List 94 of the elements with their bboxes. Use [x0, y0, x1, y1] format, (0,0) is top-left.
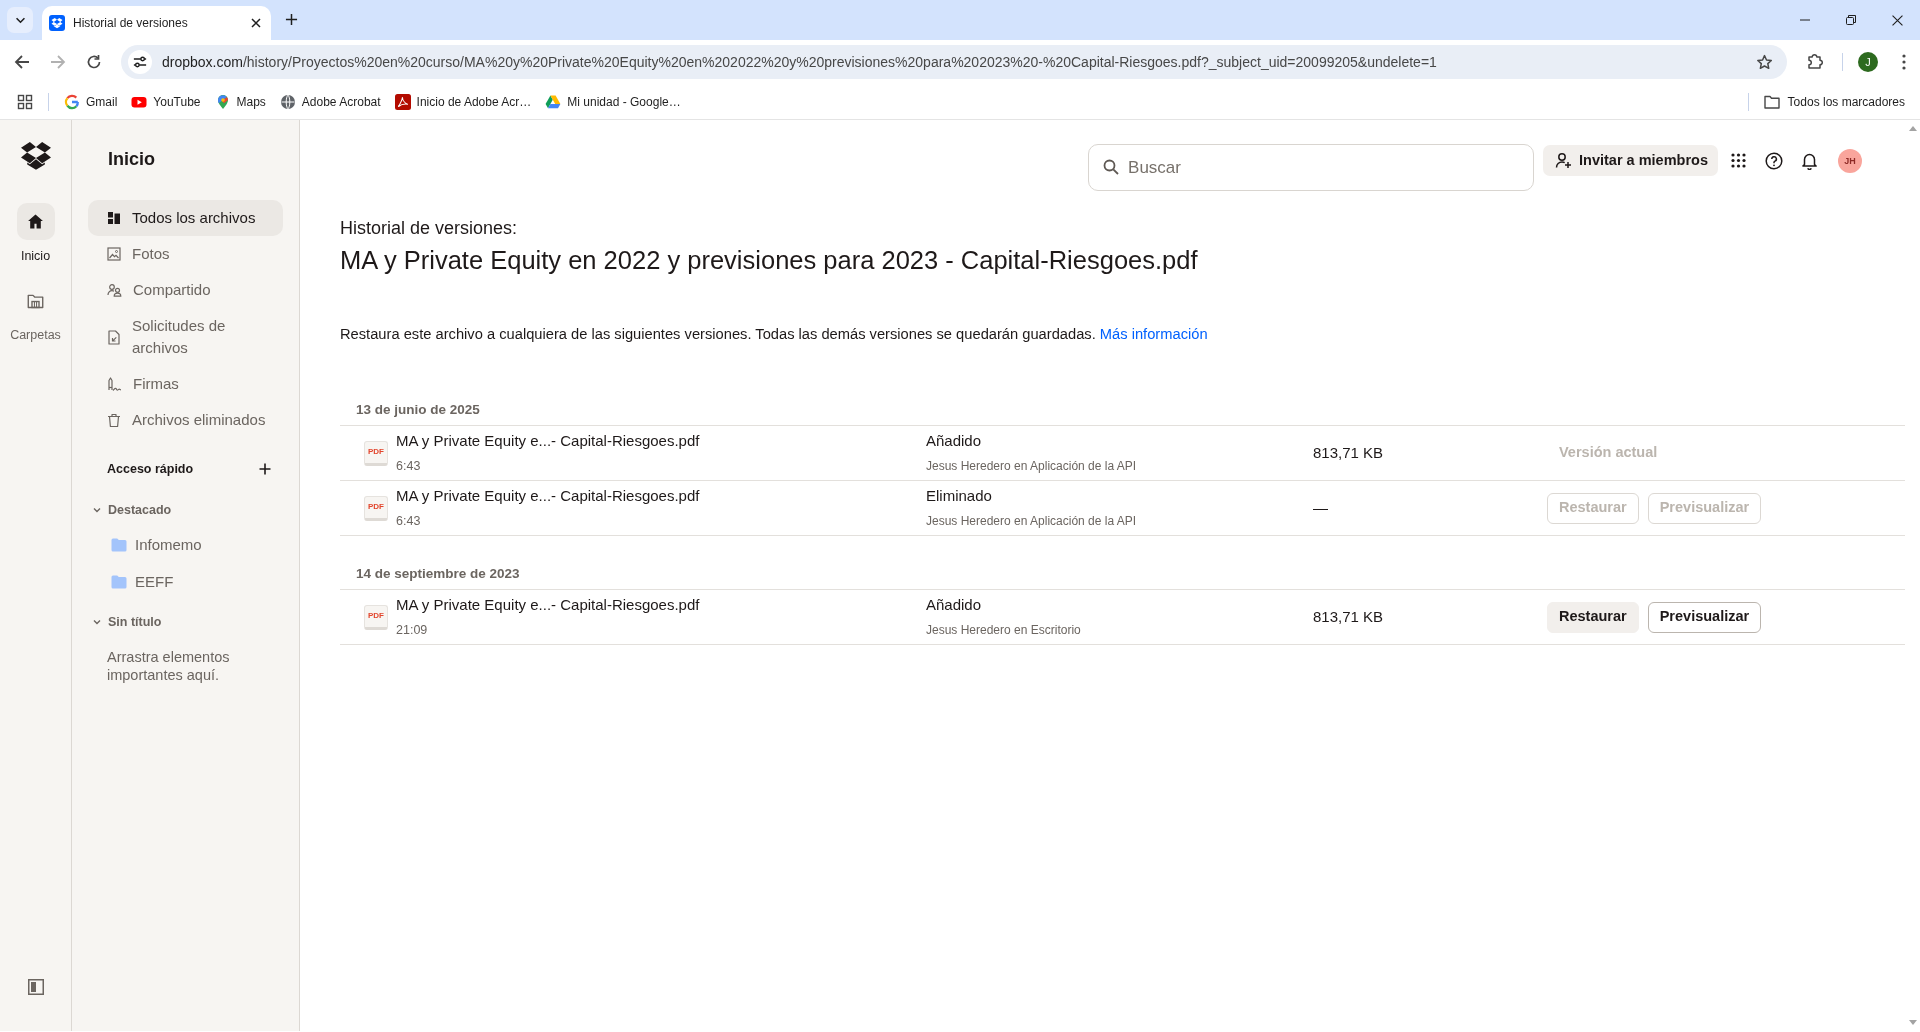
site-info-button[interactable] — [128, 50, 152, 74]
sidebar-nav-item[interactable]: Fotos — [88, 236, 283, 272]
folder-icon — [111, 575, 127, 589]
signature-icon — [107, 376, 122, 392]
tab-search-button[interactable] — [7, 7, 33, 33]
version-time: 6:43 — [396, 458, 422, 474]
back-arrow-icon[interactable] — [14, 54, 30, 70]
version-event: Añadido — [926, 595, 982, 615]
current-version-label: Versión actual — [1558, 443, 1658, 463]
rail-tab[interactable]: Carpetas — [10, 282, 61, 343]
new-tab-icon[interactable] — [285, 13, 298, 26]
star-icon[interactable] — [1756, 53, 1773, 71]
file-request-icon — [107, 329, 121, 345]
people-icon — [107, 283, 122, 297]
file-grid-icon — [107, 211, 121, 225]
section-title: Acceso rápido — [107, 460, 194, 478]
bookmark-item[interactable]: Adobe Acrobat — [279, 92, 381, 111]
puzzle-piece-icon[interactable] — [1806, 53, 1824, 71]
file-size: 813,71 KB — [1313, 443, 1384, 463]
invite-members-button[interactable]: Invitar a miembros — [1543, 145, 1718, 176]
triangle-logo-icon — [545, 93, 562, 110]
more-vertical-icon[interactable] — [1902, 54, 1906, 70]
folder-icon — [27, 292, 44, 309]
version-time: 6:43 — [396, 513, 422, 529]
reload-icon[interactable] — [86, 54, 102, 70]
more-info-link[interactable]: Más información — [1099, 326, 1208, 342]
sidebar-title: Inicio — [108, 148, 155, 170]
empty-hint: Arrastra elementos importantes aquí. — [107, 648, 231, 684]
sidebar-toggle-icon[interactable] — [27, 979, 44, 995]
search-icon — [1103, 159, 1120, 175]
version-source: Jesus Heredero en Escritorio — [926, 622, 1081, 638]
search-field[interactable]: Buscar — [1088, 144, 1535, 191]
profile-avatar[interactable]: J — [1858, 52, 1878, 72]
tune-icon — [133, 55, 147, 69]
file-type-thumbnail: PDF — [364, 495, 388, 521]
url-text[interactable]: dropbox.com/history/Proyectos%20en%20curso/MA%20y%20Private%20Equity%20en%202022%20y%20previsiones%20para%202023%20-%20Capital-Riesgoes.pdf?_subject_uid=20099205&undelete=1 — [162, 51, 1437, 73]
file-type-thumbnail: PDF — [364, 604, 388, 630]
address-bar[interactable]: dropbox.com/history/Proyectos%20en%20curso/MA%20y%20Private%20Equity%20en%202022%20y%20previsiones%20para%202023%20-%20Capital-Riesgoes.pdf?_subject_uid=20099205&undelete=1 — [121, 45, 1787, 79]
version-time: 21:09 — [396, 622, 429, 638]
globe-icon — [279, 93, 296, 110]
folder-icon — [111, 538, 127, 552]
chevron-icon — [93, 506, 101, 514]
version-event: Eliminado — [926, 486, 992, 506]
date-heading: 14 de septiembre de 2023 — [356, 566, 520, 581]
file-type-thumbnail: PDF — [364, 440, 388, 466]
chevron-icon — [93, 618, 101, 626]
date-heading: 13 de junio de 2025 — [356, 402, 480, 417]
user-plus-icon — [1555, 152, 1573, 169]
file-title: MA y Private Equity en 2022 y previsiones para 2023 - Capital-Riesgoes.pdf — [340, 245, 1198, 276]
version-event: Añadido — [926, 431, 982, 451]
logo-icon — [49, 15, 65, 31]
preview-button[interactable]: Previsualizar — [1647, 601, 1762, 633]
home-icon — [27, 213, 44, 230]
letter-g-icon — [64, 93, 80, 110]
bookmark-item[interactable]: Maps — [214, 92, 266, 111]
trash-icon — [107, 412, 121, 428]
sidebar-nav-item[interactable]: Solicitudes de archivos — [88, 308, 283, 366]
sidebar-nav-item[interactable]: Todos los archivos — [88, 200, 283, 236]
app-logo-icon — [394, 93, 411, 110]
sidebar-nav-item[interactable]: Firmas — [88, 366, 283, 402]
chevron-down-icon — [14, 16, 26, 24]
bookmark-folder[interactable]: Todos los marcadores — [1763, 92, 1905, 111]
bookmark-item[interactable]: Inicio de Adobe Acr… — [394, 92, 532, 111]
folder-icon — [1763, 94, 1780, 109]
file-name[interactable]: MA y Private Equity e...- Capital-Riesgoes.pdf — [396, 431, 700, 451]
file-size: 813,71 KB — [1313, 607, 1384, 627]
bell-icon[interactable] — [1801, 151, 1818, 170]
logo-icon[interactable] — [20, 142, 51, 170]
bookmark-item[interactable]: Gmail — [64, 92, 118, 111]
bookmark-item[interactable]: Mi unidad - Google… — [545, 92, 681, 111]
folder-item[interactable]: Infomemo — [111, 527, 202, 563]
help-icon[interactable] — [1765, 151, 1783, 170]
section-toggle[interactable]: Destacado — [93, 498, 172, 522]
description-text: Restaura este archivo a cualquiera de las siguientes versiones. Todas las demás versiones se quedarán guardadas. Más información — [340, 325, 1208, 344]
file-name[interactable]: MA y Private Equity e...- Capital-Riesgoes.pdf — [396, 595, 700, 615]
plus-icon[interactable] — [259, 463, 271, 475]
sidebar-nav-item[interactable]: Archivos eliminados — [88, 402, 283, 438]
close-icon[interactable] — [251, 18, 261, 28]
section-toggle[interactable]: Sin título — [93, 610, 162, 634]
file-size: — — [1313, 498, 1328, 518]
browser-tab[interactable]: Historial de versiones — [42, 6, 271, 40]
version-source: Jesus Heredero en Aplicación de la API — [926, 458, 1137, 474]
apps-grid-icon[interactable] — [1731, 153, 1746, 168]
photo-icon — [107, 247, 121, 261]
restore-button[interactable]: Restaurar — [1547, 601, 1639, 633]
sidebar-nav-item[interactable]: Compartido — [88, 272, 283, 308]
apps-grid-icon[interactable] — [17, 93, 33, 110]
bookmark-item[interactable]: YouTube — [131, 92, 201, 111]
page-heading: Historial de versiones: — [340, 217, 518, 240]
version-source: Jesus Heredero en Aplicación de la API — [926, 513, 1137, 529]
restore-icon[interactable] — [1846, 15, 1856, 25]
user-avatar[interactable]: JH — [1838, 148, 1862, 173]
close-icon[interactable] — [1891, 14, 1903, 26]
folder-item[interactable]: EEFF — [111, 564, 174, 600]
